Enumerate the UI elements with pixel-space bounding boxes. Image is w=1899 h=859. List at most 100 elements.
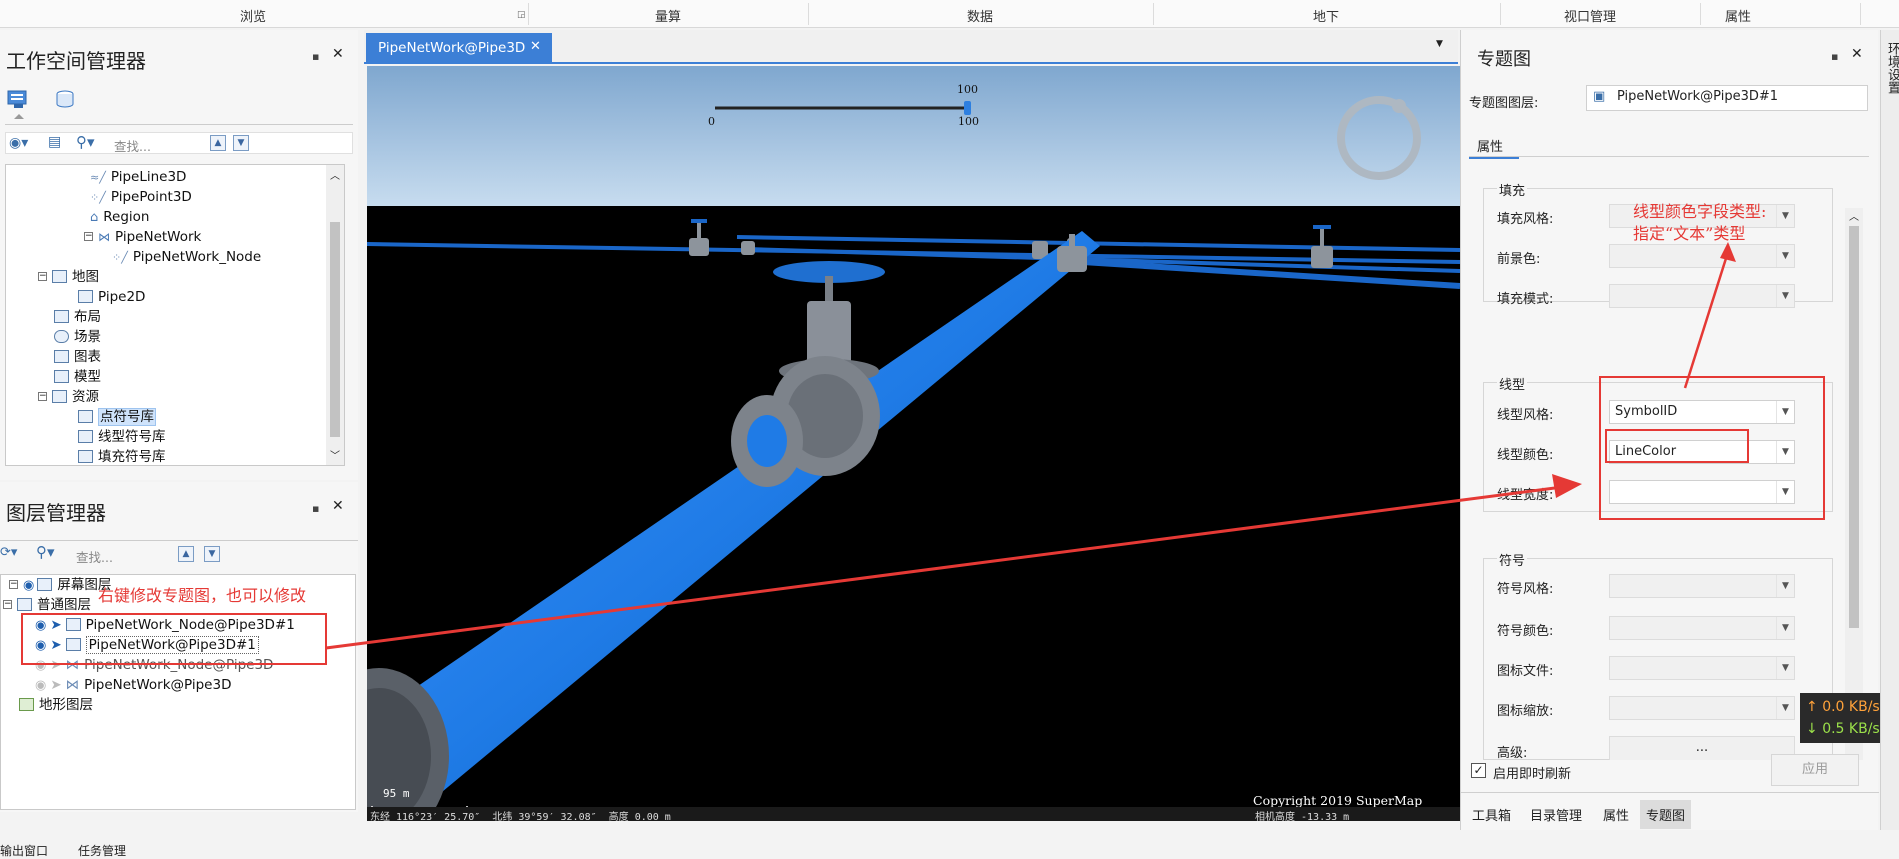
advanced-button[interactable]: ... [1609,736,1795,760]
layer-item[interactable]: ◉ ➤ ⋈ PipeNetWork@Pipe3D [35,675,231,695]
icon-scale-select[interactable]: ▼ [1609,696,1795,720]
task-manager-tab[interactable]: 任务管理 [78,842,126,859]
properties-tab[interactable]: 属性 [1477,136,1503,155]
annotation-right-note-1: 线型颜色字段类型: [1633,202,1767,221]
attributes-tab[interactable]: 属性 [1603,805,1629,824]
dropdown-arrow-icon[interactable]: ▼ [1776,697,1794,719]
layer-label: PipeNetWork@Pipe3D [84,677,232,693]
environment-settings-tab[interactable]: 环境设置 [1883,42,1899,94]
move-up-button[interactable]: ▲ [210,135,226,151]
scene-viewport[interactable]: 100 0 100 95 m Copyright 2019 SuperMap 东… [367,66,1460,821]
close-icon[interactable]: ✕ [1851,46,1863,62]
realtime-refresh-checkbox[interactable]: ✓ [1471,763,1486,778]
scale-label: 95 m [383,787,410,800]
workspace-search-input[interactable]: 查找... [114,136,151,155]
tab-close-icon[interactable]: ✕ [530,39,541,54]
apply-button[interactable]: 应用 [1771,754,1859,786]
symbol-style-select[interactable]: ▼ [1609,574,1795,598]
ribbon-tab-browse[interactable]: 浏览 [240,6,266,25]
tree-item[interactable]: Pipe2D [78,287,145,307]
pin-icon[interactable]: ▪ [312,50,319,63]
ribbon-tab-properties[interactable]: 属性 [1725,6,1751,25]
document-icon[interactable]: ▤ [48,134,61,150]
search-icon[interactable]: ⚲▾ [36,543,55,561]
scrollbar-thumb[interactable] [330,222,340,437]
fill-group-title: 填充 [1497,180,1528,199]
tree-label: 场景 [74,329,101,345]
view-icon[interactable]: ◉▾ [9,135,28,151]
annotation-highlight-box [1605,429,1749,463]
fill-mode-select[interactable]: ▼ [1609,284,1795,308]
collapse-toggle[interactable]: − [84,231,93,241]
pin-icon[interactable]: ▪ [1831,50,1838,63]
ribbon-tab-measure[interactable]: 量算 [655,6,681,25]
toolbox-tab[interactable]: 工具箱 [1472,805,1511,824]
layer-item[interactable]: − ◉ 屏幕图层 [9,575,111,595]
icon-file-select[interactable]: ▼ [1609,656,1795,680]
symbol-color-select[interactable]: ▼ [1609,616,1795,640]
layer-search-input[interactable]: 查找... [76,547,113,566]
pin-icon[interactable]: ▪ [312,502,319,515]
eye-hidden-icon[interactable]: ◉ [35,678,46,693]
dropdown-arrow-icon[interactable]: ▼ [1776,285,1794,307]
output-window-tab[interactable]: 输出窗口 [0,842,48,859]
close-icon[interactable]: ✕ [332,46,344,62]
dropdown-arrow-icon[interactable]: ▼ [1776,205,1794,227]
layouts-folder-icon [54,309,69,323]
collapse-toggle[interactable]: − [3,599,12,609]
tree-item[interactable]: 图表 [54,347,101,367]
tree-item[interactable]: ≈╱ PipeLine3D [90,167,186,187]
tree-item-selected[interactable]: 点符号库 [78,407,156,427]
catalog-tab[interactable]: 目录管理 [1530,805,1582,824]
tree-item[interactable]: 模型 [54,367,101,387]
ribbon-launcher-icon[interactable]: ◲ [517,10,526,20]
tree-item[interactable]: ⁘╱ PipeNetWork_Node [112,247,261,267]
foreground-color-select[interactable]: ▼ [1609,244,1795,268]
tree-item[interactable]: − 地图 [38,267,99,287]
scroll-up-icon[interactable]: ︿ [1849,208,1859,223]
collapse-toggle[interactable]: − [38,391,47,401]
ribbon-tab-data[interactable]: 数据 [967,6,993,25]
tree-item[interactable]: − ⋈ PipeNetWork [84,227,201,247]
dropdown-arrow-icon[interactable]: ▼ [1776,575,1794,597]
tree-item[interactable]: 布局 [54,307,101,327]
layer-item[interactable]: 地形图层 [19,695,93,715]
tree-item[interactable]: − 资源 [38,387,99,407]
move-down-button[interactable]: ▼ [233,135,249,151]
tab-label: PipeNetWork@Pipe3D [378,40,526,56]
tree-item[interactable]: ⁘╱ PipePoint3D [90,187,192,207]
scrollbar-thumb[interactable] [1849,226,1859,628]
dropdown-arrow-icon[interactable]: ▼ [1776,245,1794,267]
scroll-down-icon[interactable]: ﹀ [330,447,340,462]
tree-label: Region [103,209,150,225]
tree-item[interactable]: 线型符号库 [78,427,166,447]
thematic-tab[interactable]: 专题图 [1640,800,1692,829]
dropdown-arrow-icon[interactable]: ▼ [1776,657,1794,679]
collapse-toggle[interactable]: − [38,271,47,281]
ribbon-tab-viewport[interactable]: 视口管理 [1564,6,1616,25]
tree-item[interactable]: 填充符号库 [78,447,166,465]
workspace-tab-datasources[interactable] [5,88,31,110]
dropdown-arrow-icon[interactable]: ▼ [1776,617,1794,639]
tree-item[interactable]: 场景 [54,327,101,347]
tab-list-dropdown-icon[interactable]: ▼ [1436,39,1443,49]
close-icon[interactable]: ✕ [332,498,344,514]
move-down-button[interactable]: ▼ [204,546,220,562]
layer-item[interactable]: − 普通图层 [3,595,91,615]
eye-icon[interactable]: ◉ [23,578,34,593]
workspace-tab-files[interactable] [52,88,78,110]
scroll-up-icon[interactable]: ︿ [330,167,340,182]
slider-handle[interactable] [964,101,971,115]
move-up-button[interactable]: ▲ [178,546,194,562]
refresh-icon[interactable]: ⟳▾ [0,545,17,560]
thematic-layer-field[interactable]: ▣ PipeNetWork@Pipe3D#1 [1586,85,1868,111]
search-icon[interactable]: ⚲▾ [76,133,95,151]
tab-scene[interactable]: PipeNetWork@Pipe3D ✕ [366,33,552,62]
collapse-toggle[interactable]: − [9,579,18,589]
tree-item[interactable]: ⌂ Region [90,207,149,227]
ribbon-tab-underground[interactable]: 地下 [1313,6,1339,25]
scrollbar[interactable]: ︿ ﹀ [326,165,344,465]
workspace-tree: ≈╱ PipeLine3D ⁘╱ PipePoint3D ⌂ Region − ⋈ Pip… [5,164,345,466]
property-scrollbar[interactable]: ︿ [1845,208,1863,760]
selectable-arrow-icon[interactable]: ➤ [50,677,61,693]
